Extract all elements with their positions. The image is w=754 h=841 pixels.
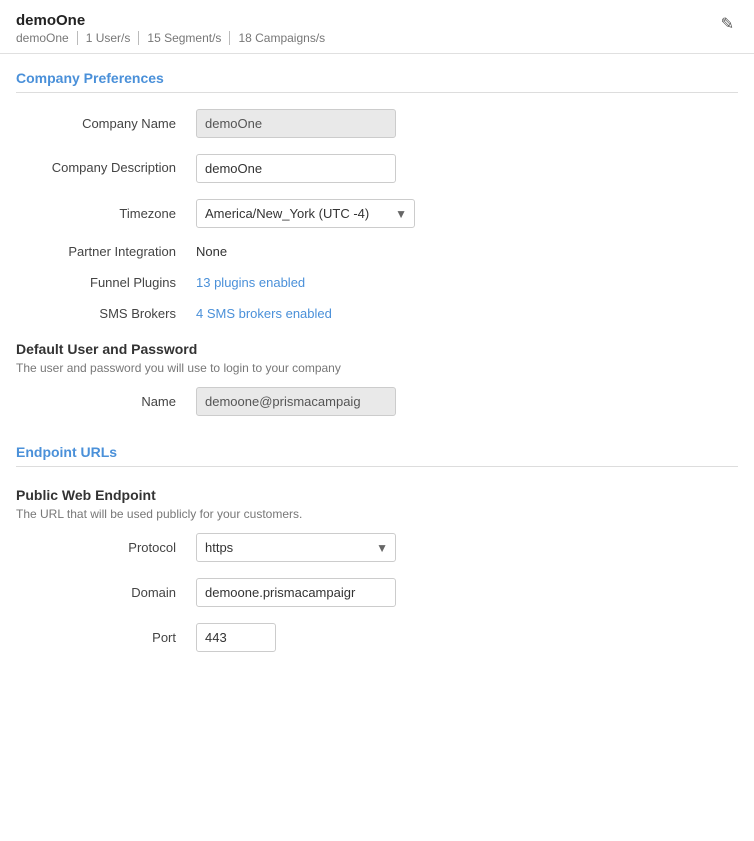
- endpoint-urls-title: Endpoint URLs: [16, 444, 738, 460]
- public-web-endpoint-desc: The URL that will be used publicly for y…: [16, 507, 738, 521]
- funnel-plugins-label: Funnel Plugins: [16, 275, 196, 290]
- section-divider: [16, 92, 738, 93]
- page-header: demoOne demoOne 1 User/s 15 Segment/s 18…: [0, 0, 754, 54]
- public-web-endpoint-title: Public Web Endpoint: [16, 487, 738, 503]
- sms-brokers-label: SMS Brokers: [16, 306, 196, 321]
- protocol-select-wrapper: https http ▼: [196, 533, 396, 562]
- funnel-plugins-link[interactable]: 13 plugins enabled: [196, 275, 305, 290]
- endpoint-section-divider: [16, 466, 738, 467]
- company-description-row: Company Description: [16, 154, 738, 183]
- header-meta: demoOne 1 User/s 15 Segment/s 18 Campaig…: [16, 31, 333, 45]
- protocol-label: Protocol: [16, 540, 196, 555]
- company-name-label: Company Name: [16, 116, 196, 131]
- page-title: demoOne: [16, 12, 333, 29]
- timezone-select[interactable]: America/New_York (UTC -4) America/Chicag…: [196, 199, 415, 228]
- default-user-desc: The user and password you will use to lo…: [16, 361, 738, 375]
- company-name-row: Company Name: [16, 109, 738, 138]
- meta-users: 1 User/s: [78, 31, 140, 45]
- domain-input[interactable]: [196, 578, 396, 607]
- protocol-row: Protocol https http ▼: [16, 533, 738, 562]
- meta-segments: 15 Segment/s: [139, 31, 230, 45]
- meta-campaigns: 18 Campaigns/s: [230, 31, 333, 45]
- timezone-row: Timezone America/New_York (UTC -4) Ameri…: [16, 199, 738, 228]
- partner-integration-row: Partner Integration None: [16, 244, 738, 259]
- endpoint-urls-section: Endpoint URLs Public Web Endpoint The UR…: [16, 444, 738, 652]
- company-description-label: Company Description: [16, 154, 196, 175]
- port-input[interactable]: [196, 623, 276, 652]
- company-preferences-section: Company Preferences Company Name Company…: [16, 70, 738, 321]
- domain-row: Domain: [16, 578, 738, 607]
- default-user-name-label: Name: [16, 394, 196, 409]
- meta-company: demoOne: [16, 31, 78, 45]
- header-left: demoOne demoOne 1 User/s 15 Segment/s 18…: [16, 12, 333, 45]
- sms-brokers-link[interactable]: 4 SMS brokers enabled: [196, 306, 332, 321]
- default-user-name-input[interactable]: [196, 387, 396, 416]
- default-user-section: Default User and Password The user and p…: [16, 341, 738, 416]
- partner-integration-value: None: [196, 244, 227, 259]
- page-content: Company Preferences Company Name Company…: [0, 70, 754, 692]
- domain-label: Domain: [16, 585, 196, 600]
- default-user-name-row: Name: [16, 387, 738, 416]
- port-row: Port: [16, 623, 738, 652]
- port-label: Port: [16, 630, 196, 645]
- timezone-select-wrapper: America/New_York (UTC -4) America/Chicag…: [196, 199, 415, 228]
- protocol-select[interactable]: https http: [196, 533, 396, 562]
- company-description-input[interactable]: [196, 154, 396, 183]
- partner-integration-label: Partner Integration: [16, 244, 196, 259]
- timezone-label: Timezone: [16, 206, 196, 221]
- company-name-input[interactable]: [196, 109, 396, 138]
- funnel-plugins-row: Funnel Plugins 13 plugins enabled: [16, 275, 738, 290]
- sms-brokers-row: SMS Brokers 4 SMS brokers enabled: [16, 306, 738, 321]
- edit-button[interactable]: ✎: [717, 12, 738, 36]
- company-preferences-title: Company Preferences: [16, 70, 738, 86]
- default-user-title: Default User and Password: [16, 341, 738, 357]
- public-web-endpoint-subsection: Public Web Endpoint The URL that will be…: [16, 487, 738, 521]
